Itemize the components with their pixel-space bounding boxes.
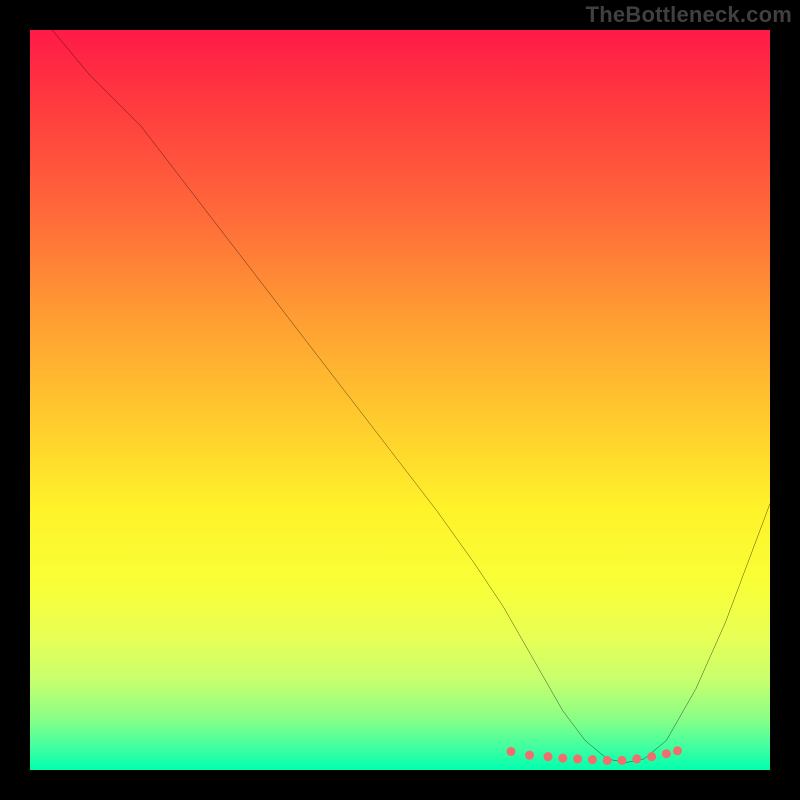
- curve-svg: [30, 30, 770, 770]
- trough-dot: [588, 755, 597, 764]
- trough-dot: [558, 754, 567, 763]
- chart-frame: TheBottleneck.com: [0, 0, 800, 800]
- watermark-text: TheBottleneck.com: [586, 2, 792, 28]
- trough-dot: [662, 749, 671, 758]
- trough-dot: [506, 747, 515, 756]
- trough-dot: [573, 754, 582, 763]
- plot-area: [30, 30, 770, 770]
- trough-markers: [506, 746, 682, 765]
- bottleneck-curve: [52, 30, 770, 763]
- trough-dot: [647, 752, 656, 761]
- trough-dot: [673, 746, 682, 755]
- trough-dot: [525, 751, 534, 760]
- trough-dot: [543, 752, 552, 761]
- trough-dot: [603, 756, 612, 765]
- trough-dot: [632, 754, 641, 763]
- trough-dot: [617, 756, 626, 765]
